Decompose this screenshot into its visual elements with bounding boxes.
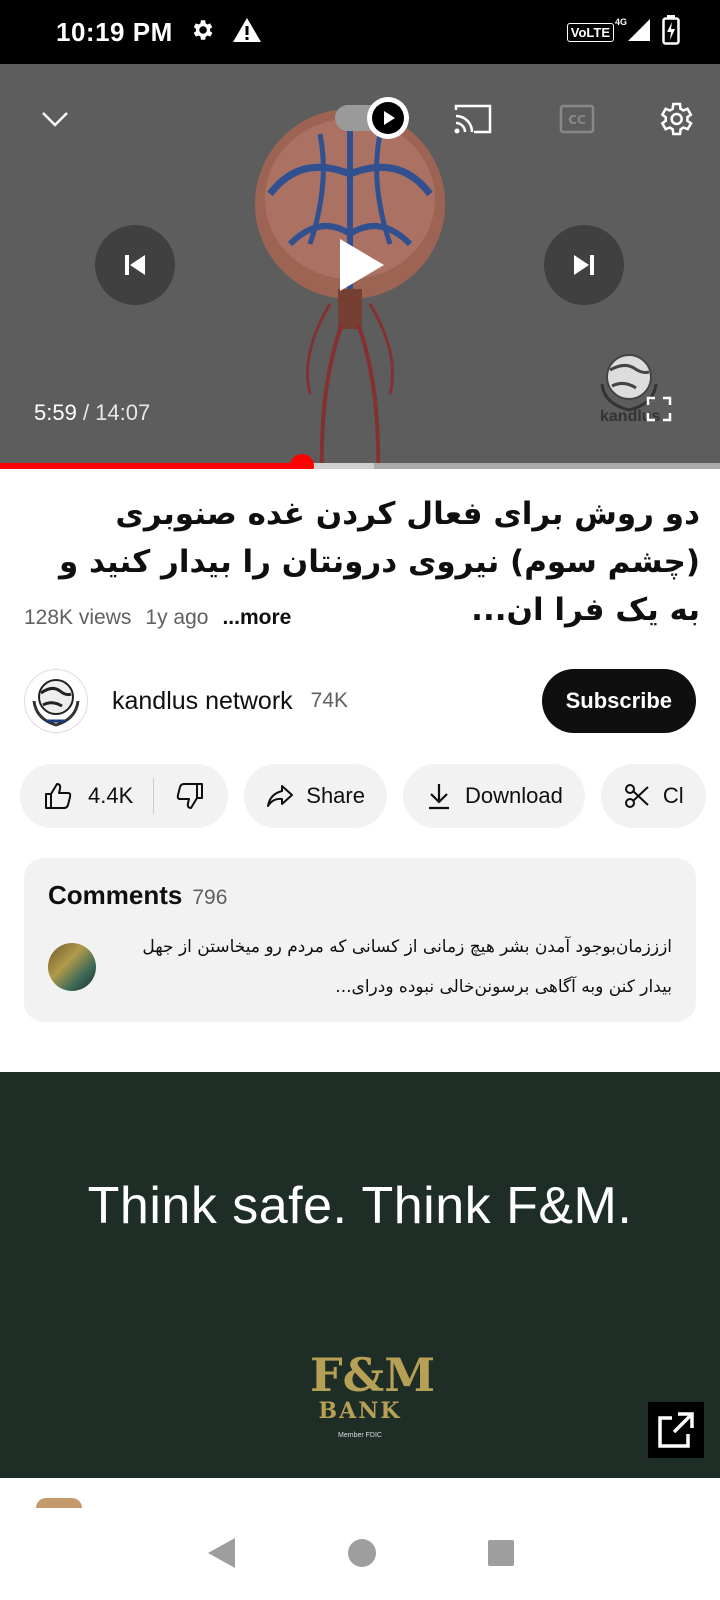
- share-label: Share: [306, 783, 365, 808]
- chevron-down-icon: [42, 112, 68, 127]
- clip-button[interactable]: Cl: [600, 764, 706, 828]
- autoplay-knob: [367, 97, 409, 139]
- network-gen: 4G: [614, 16, 627, 27]
- comments-count: 796: [192, 886, 228, 909]
- play-button[interactable]: [305, 209, 417, 321]
- status-bar: 10:19 PM VoLTE 4G: [0, 0, 720, 64]
- video-player[interactable]: CC 5:59 / 14:07 kandlus: [0, 64, 720, 464]
- comments-header: Comments 796: [48, 880, 672, 911]
- cast-icon: [454, 104, 492, 134]
- warning-icon: [231, 16, 263, 49]
- next-button[interactable]: [544, 225, 624, 305]
- recents-icon: [488, 1539, 514, 1566]
- top-comment-text: ازززمان‌بوجود آمدن بشر هیچ زمانی از کسان…: [142, 937, 672, 997]
- upload-age: 1y ago: [145, 606, 209, 629]
- autoplay-toggle[interactable]: [335, 97, 411, 139]
- like-count: 4.4K: [88, 783, 134, 808]
- open-external-button[interactable]: [648, 1402, 704, 1458]
- gear-icon: [189, 17, 215, 48]
- subscribe-button[interactable]: Subscribe: [541, 669, 696, 733]
- like-dislike-chip: 4.4K: [20, 764, 229, 828]
- time-separator: /: [76, 400, 96, 425]
- comments-title: Comments: [48, 880, 183, 910]
- channel-avatar[interactable]: [24, 669, 88, 733]
- captions-button[interactable]: CC: [552, 94, 602, 144]
- thumbs-down-icon: [177, 783, 204, 809]
- download-icon: [428, 784, 449, 810]
- home-button[interactable]: [347, 1538, 377, 1573]
- cast-button[interactable]: [448, 94, 498, 144]
- view-count: 128K views: [24, 606, 132, 629]
- settings-button[interactable]: [648, 92, 702, 146]
- dislike-button[interactable]: [174, 780, 206, 812]
- ad-banner[interactable]: Think safe. Think F&M. F&M BANK Member F…: [0, 1072, 720, 1478]
- channel-name[interactable]: kandlus network: [112, 687, 293, 716]
- svg-text:CC: CC: [568, 113, 586, 127]
- like-button[interactable]: 4.4K: [42, 780, 133, 812]
- minimize-button[interactable]: [30, 94, 80, 144]
- current-time: 5:59: [34, 400, 77, 425]
- action-chips: 4.4K Share Download Cl: [20, 764, 706, 828]
- network-type-badge: VoLTE 4G: [566, 17, 627, 42]
- play-icon: [372, 102, 404, 134]
- video-meta[interactable]: 128K views 1y ago ...more: [24, 606, 291, 630]
- play-icon: [340, 239, 384, 291]
- home-icon: [348, 1538, 376, 1567]
- status-time: 10:19 PM: [56, 16, 173, 47]
- network-label: VoLTE: [570, 24, 610, 40]
- next-icon: [574, 255, 594, 275]
- back-button[interactable]: [205, 1536, 237, 1575]
- next-item-avatar-peek: [36, 1498, 82, 1508]
- cc-icon: CC: [559, 104, 595, 134]
- battery-charging-icon: [662, 14, 680, 50]
- system-nav-bar: [0, 1510, 720, 1600]
- download-button[interactable]: Download: [402, 764, 585, 828]
- download-label: Download: [464, 783, 563, 808]
- scissors-icon: [624, 784, 649, 808]
- previous-icon: [125, 255, 145, 275]
- back-icon: [208, 1537, 235, 1568]
- duration: 14:07: [95, 400, 151, 425]
- channel-row[interactable]: kandlus network 74K Subscribe: [24, 666, 696, 736]
- logo-bottom-text: BANK: [318, 1398, 402, 1424]
- external-link-icon: [658, 1412, 694, 1448]
- signal-icon: [624, 17, 652, 48]
- commenter-avatar: [48, 943, 96, 991]
- subscriber-count: 74K: [310, 689, 349, 712]
- top-comment[interactable]: ازززمان‌بوجود آمدن بشر هیچ زمانی از کسان…: [48, 927, 672, 1007]
- fullscreen-button[interactable]: [644, 394, 674, 424]
- previous-button[interactable]: [95, 225, 175, 305]
- fdic-text: Member FDIC: [338, 1432, 382, 1439]
- like-divider: [153, 778, 155, 814]
- share-button[interactable]: Share: [244, 764, 387, 828]
- playback-time: 5:59 / 14:07: [34, 400, 150, 426]
- more-link[interactable]: ...more: [222, 606, 291, 630]
- fullscreen-icon: [646, 396, 672, 422]
- recents-button[interactable]: [487, 1539, 515, 1572]
- globe-laurel-icon: [32, 679, 80, 727]
- clip-label: Cl: [662, 783, 684, 808]
- thumbs-up-icon: [45, 783, 72, 809]
- ad-headline: Think safe. Think F&M.: [87, 1177, 633, 1235]
- gear-icon: [660, 102, 693, 136]
- fm-bank-logo: F&M BANK Member FDIC: [310, 1348, 436, 1452]
- comments-panel[interactable]: Comments 796 ازززمان‌بوجود آمدن بشر هیچ …: [24, 858, 696, 1022]
- logo-top-text: F&M: [310, 1348, 436, 1402]
- share-icon: [267, 785, 294, 807]
